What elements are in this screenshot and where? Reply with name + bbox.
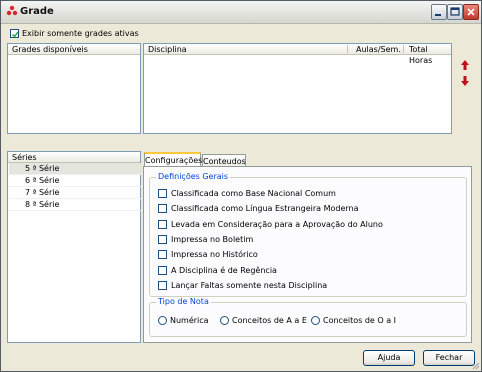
close-icon [467,8,475,16]
grades-list[interactable]: Grades disponíveis [7,43,141,134]
series-item-label: 8 ª Série [25,200,60,209]
series-item[interactable]: 5 ª Série [9,163,142,175]
series-item-label: 6 ª Série [25,176,60,185]
maximize-button[interactable] [447,4,463,20]
minimize-icon [435,14,441,16]
grades-header-label: Grades disponíveis [12,45,88,54]
checkmark-icon [12,31,19,38]
radio-numerica[interactable] [158,316,167,325]
close-window-button[interactable] [463,4,479,20]
col-disciplina[interactable]: Disciplina [148,44,187,55]
col-total-horas[interactable]: Total Horas [409,44,451,66]
show-active-label: Exibir somente grades ativas [22,29,139,38]
tab-configuracoes[interactable]: Configurações [144,152,203,167]
series-item[interactable]: 6 ª Série [9,175,142,187]
help-button-label: Ajuda [377,353,401,362]
title-bar[interactable]: Grade [1,1,481,24]
col-aulas-sem[interactable]: Aulas/Sem. [356,44,401,55]
series-item-label: 5 ª Série [25,164,60,173]
configuracoes-pane: Definições Gerais Classificada como Base… [143,166,472,343]
radio-label: Numérica [170,316,209,325]
radio-label: Conceitos de O a I [323,316,397,325]
tab-configuracoes-label: Configurações [145,156,203,165]
radio-conceitos-a-e[interactable] [220,316,229,325]
option-checkbox[interactable] [158,189,167,198]
series-header-label: Séries [12,153,37,162]
disciplinas-header: Disciplina Aulas/Sem. Total Horas [144,44,451,65]
tipo-nota-group: Tipo de Nota Numérica Conceitos de A a E… [149,297,467,337]
option-label: Impressa no Histórico [171,250,258,259]
app-icon [6,5,18,16]
option-checkbox[interactable] [158,281,167,290]
show-active-checkbox[interactable] [10,29,19,38]
grade-window: Grade Exibir somente grades ativas Grade… [0,0,482,372]
option-label: Levada em Consideração para a Aprovação … [171,220,383,229]
option-label: Lançar Faltas somente nesta Disciplina [171,281,328,290]
option-label: Classificada como Língua Estrangeira Mod… [171,204,359,213]
radio-conceitos-o-i[interactable] [311,316,320,325]
radio-label: Conceitos de A a E [232,316,307,325]
close-button[interactable]: Fechar [423,350,475,366]
tipo-nota-title: Tipo de Nota [156,297,211,306]
series-item-label: 7 ª Série [25,188,60,197]
series-header: Séries [8,152,140,163]
option-label: A Disciplina é de Regência [171,266,277,275]
grades-header: Grades disponíveis [8,44,140,55]
option-checkbox[interactable] [158,250,167,259]
resize-grip-icon[interactable] [470,360,480,370]
option-checkbox[interactable] [158,220,167,229]
maximize-icon [450,7,460,16]
window-title: Grade [20,6,54,17]
help-button[interactable]: Ajuda [363,350,415,366]
tab-conteudos-label: Conteudos [203,157,246,166]
close-button-label: Fechar [435,353,463,362]
option-label: Impressa no Boletim [171,235,254,244]
series-list[interactable]: Séries 5 ª Série 6 ª Série 7 ª Série 8 ª… [7,151,142,343]
series-item[interactable]: 7 ª Série [9,187,142,199]
option-checkbox[interactable] [158,204,167,213]
definicoes-gerais-group: Definições Gerais Classificada como Base… [149,172,467,297]
series-item[interactable]: 8 ª Série [9,199,142,211]
minimize-button[interactable] [431,4,447,20]
option-label: Classificada como Base Nacional Comum [171,189,336,198]
move-down-icon[interactable] [460,75,470,87]
move-up-icon[interactable] [460,59,470,71]
disciplinas-table[interactable]: Disciplina Aulas/Sem. Total Horas [143,43,452,134]
option-checkbox[interactable] [158,235,167,244]
option-checkbox[interactable] [158,266,167,275]
definicoes-gerais-title: Definições Gerais [156,172,231,181]
